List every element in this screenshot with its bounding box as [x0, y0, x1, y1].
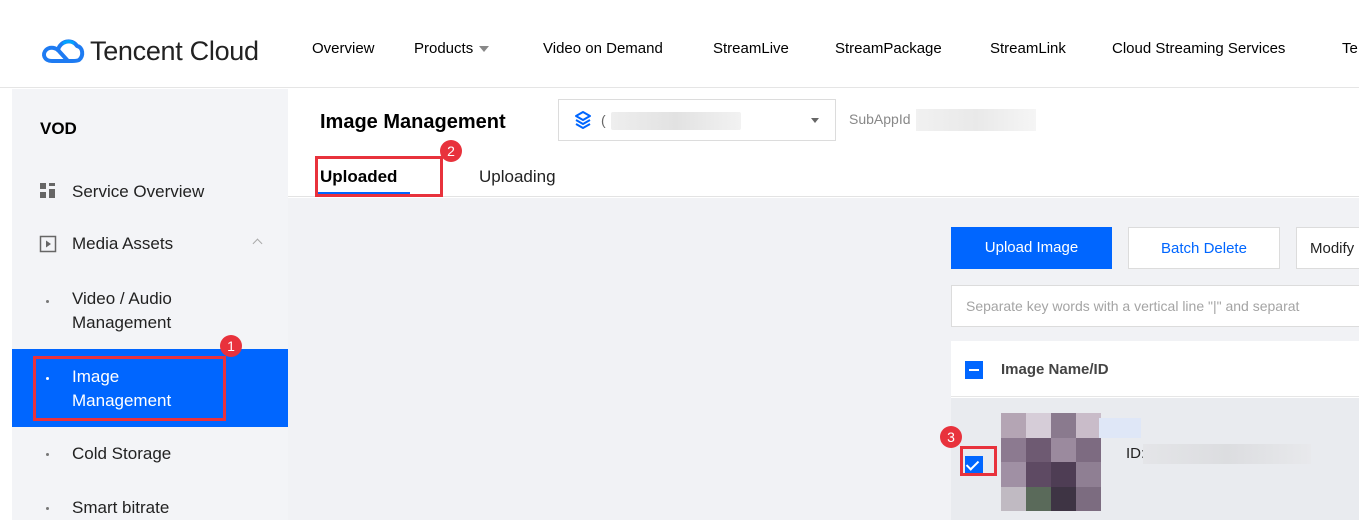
table-header: Image Name/ID [951, 341, 1359, 397]
dropdown-arrow-icon [811, 118, 819, 123]
annotation-step-badge-2: 2 [440, 140, 462, 162]
nav-streamlive[interactable]: StreamLive [713, 40, 789, 57]
column-header-image-name: Image Name/ID [1001, 361, 1109, 378]
sidebar-item-label: Service Overview [72, 182, 205, 201]
annotation-step-badge-1: 1 [220, 335, 242, 357]
table-row: ID: [951, 398, 1359, 520]
sidebar-item-smart-bitrate[interactable]: Smart bitrate [12, 493, 288, 523]
nav-streampackage[interactable]: StreamPackage [835, 40, 942, 57]
sidebar-item-media-assets[interactable]: Media Assets [12, 220, 288, 268]
sidebar-title: VOD [40, 119, 77, 138]
nav-products-label: Products [414, 40, 474, 57]
caret-down-icon [479, 46, 490, 53]
image-table: Image Name/ID ID: [951, 341, 1359, 520]
annotation-highlight-row-checkbox [960, 446, 997, 476]
image-thumbnail[interactable] [1001, 413, 1101, 511]
application-select[interactable]: ( [558, 99, 836, 141]
nav-streamlink[interactable]: StreamLink [990, 40, 1066, 57]
bullet-dot-icon [46, 300, 49, 303]
upload-image-button[interactable]: Upload Image [951, 227, 1112, 269]
subappid-value-redacted [916, 109, 1036, 131]
sidebar-item-service-overview[interactable]: Service Overview [12, 167, 288, 217]
bullet-dot-icon [46, 453, 49, 456]
tab-uploading[interactable]: Uploading [479, 167, 556, 187]
nav-cloud-streaming-services[interactable]: Cloud Streaming Services [1112, 40, 1285, 57]
annotation-step-badge-3: 3 [940, 426, 962, 448]
modify-button[interactable]: Modify [1296, 227, 1359, 269]
nav-products[interactable]: Products [414, 40, 490, 57]
image-tag-redacted [1099, 418, 1141, 438]
annotation-highlight-uploaded-tab [315, 156, 443, 197]
sidebar-item-label: Cold Storage [72, 444, 172, 463]
brand-name: Tencent Cloud [90, 35, 259, 66]
brand-logo[interactable]: Tencent Cloud [38, 34, 259, 68]
layers-icon [575, 111, 591, 129]
media-play-icon [39, 235, 57, 253]
sidebar-item-label: Video / Audio Management [72, 289, 172, 332]
annotation-highlight-image-management [33, 356, 226, 421]
sidebar-item-label: Smart bitrate [72, 498, 170, 517]
application-select-value: ( [601, 112, 606, 128]
select-all-checkbox[interactable] [965, 361, 983, 379]
tencent-cloud-logo-icon [42, 39, 85, 63]
nav-video-on-demand[interactable]: Video on Demand [543, 40, 663, 57]
application-name-redacted [611, 112, 741, 130]
sidebar: VOD Service Overview Media Assets Video … [12, 89, 288, 520]
bullet-dot-icon [46, 507, 49, 510]
image-id-redacted [1143, 444, 1311, 464]
subappid-label: SubAppId [849, 111, 911, 127]
nav-overview[interactable]: Overview [312, 40, 375, 57]
batch-delete-button[interactable]: Batch Delete [1128, 227, 1280, 269]
grid-icon [40, 183, 55, 198]
page-title: Image Management [320, 111, 506, 133]
top-navigation-bar: Tencent Cloud Overview Products Video on… [0, 0, 1359, 88]
nav-truncated-item[interactable]: Te [1342, 40, 1358, 57]
sidebar-item-label: Media Assets [72, 234, 174, 253]
sidebar-item-cold-storage[interactable]: Cold Storage [12, 439, 288, 469]
search-input[interactable]: Separate key words with a vertical line … [951, 285, 1359, 327]
sidebar-item-video-audio-management[interactable]: Video / Audio Management [12, 284, 288, 340]
chevron-up-icon [252, 238, 263, 249]
